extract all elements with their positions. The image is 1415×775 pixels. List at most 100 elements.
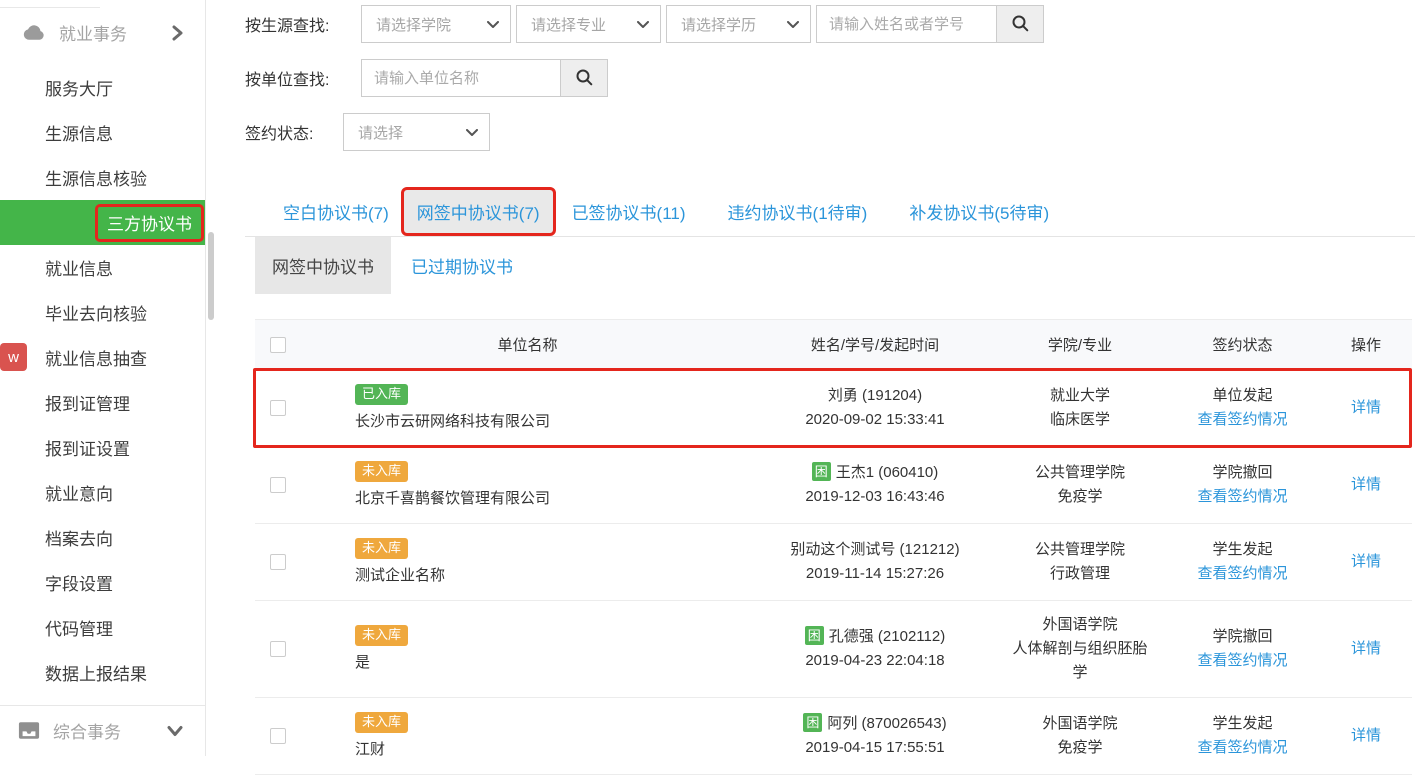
column-header: 操作 [1320, 334, 1412, 355]
company-search-button[interactable] [560, 59, 608, 97]
college-select[interactable]: 请选择学院 [361, 5, 511, 43]
sidebar-item-label: 数据上报结果 [45, 660, 147, 685]
company-name: 测试企业名称 [355, 564, 755, 588]
sidebar-item-label: 就业信息 [45, 255, 113, 280]
select-all-checkbox[interactable] [270, 337, 286, 353]
table-header: 单位名称姓名/学号/发起时间学院/专业签约状态操作 [255, 320, 1412, 370]
view-sign-status-link[interactable]: 查看签约情况 [1197, 736, 1287, 760]
subtab-1[interactable]: 网签中协议书 [255, 237, 391, 294]
table-row: 未入库 测试企业名称 别动这个测试号 (121212) 2019-11-14 1… [255, 524, 1412, 601]
initiated-time: 2019-04-15 17:55:51 [755, 736, 995, 760]
column-header: 签约状态 [1165, 334, 1320, 355]
sidebar-item-label: 就业信息抽查 [45, 345, 147, 370]
tab-3[interactable]: 已签协议书(11) [572, 199, 686, 224]
sidebar-item-12[interactable]: 字段设置 [0, 560, 205, 605]
student-name-input[interactable] [816, 5, 997, 43]
sidebar-group-general[interactable]: 综合事务 [0, 705, 205, 755]
sidebar-item-label: 服务大厅 [45, 75, 113, 100]
subtab-2[interactable]: 已过期协议书 [411, 237, 513, 294]
source-filter-label: 按生源查找: [245, 12, 361, 36]
sign-status-text: 学院撤回 [1165, 625, 1320, 649]
sidebar-item-1[interactable]: 服务大厅 [0, 65, 205, 110]
agreement-table: 单位名称姓名/学号/发起时间学院/专业签约状态操作 已入库 长沙市云研网络科技有… [255, 319, 1412, 775]
tab-2[interactable]: 网签中协议书(7) [401, 187, 556, 236]
major-name: 临床医学 [1009, 408, 1151, 432]
table-body: 已入库 长沙市云研网络科技有限公司 刘勇 (191204) 2020-09-02… [255, 370, 1412, 775]
w-notification-badge: w [0, 343, 27, 371]
main-content: 按生源查找: 请选择学院 请选择专业 请选择学历 按单位查找: [207, 0, 1415, 756]
chevron-down-icon [167, 725, 183, 736]
major-name: 免疫学 [1009, 736, 1151, 760]
major-select-value: 请选择专业 [531, 14, 606, 35]
tab-5[interactable]: 补发协议书(5待审) [909, 199, 1049, 224]
sidebar-item-9[interactable]: 报到证设置 [0, 425, 205, 470]
detail-link[interactable]: 详情 [1351, 396, 1381, 420]
sidebar-item-label: 生源信息 [45, 120, 113, 145]
table-row: 已入库 长沙市云研网络科技有限公司 刘勇 (191204) 2020-09-02… [255, 370, 1412, 447]
sidebar-item-3[interactable]: 生源信息核验 [0, 155, 205, 200]
sign-status-select[interactable]: 请选择 [343, 113, 490, 151]
row-checkbox[interactable] [270, 554, 286, 570]
student-name-id: 孔德强 (2102112) [829, 628, 945, 645]
student-name-id: 阿列 (870026543) [827, 715, 946, 732]
store-status-badge: 未入库 [355, 538, 408, 559]
sidebar-item-7[interactable]: 就业信息抽查 w [0, 335, 205, 380]
search-icon [1011, 14, 1029, 35]
table-row: 未入库 北京千喜鹊餐饮管理有限公司 困王杰1 (060410) 2019-12-… [255, 447, 1412, 524]
sidebar-item-5[interactable]: 就业信息 [0, 245, 205, 290]
sidebar-group-employment[interactable]: 就业事务 [0, 0, 205, 65]
company-filter-label: 按单位查找: [245, 66, 361, 90]
row-checkbox[interactable] [270, 641, 286, 657]
cloud-icon [20, 24, 46, 42]
row-checkbox[interactable] [270, 477, 286, 493]
column-header: 学院/专业 [995, 334, 1165, 355]
poverty-badge: 困 [812, 462, 831, 481]
sidebar-item-6[interactable]: 毕业去向核验 [0, 290, 205, 335]
sidebar: 就业事务 服务大厅 生源信息 生源信息核验 三方协议书 就业信息 毕业去向核验 … [0, 0, 206, 756]
tab-1[interactable]: 空白协议书(7) [283, 199, 389, 224]
sidebar-item-label: 生源信息核验 [45, 165, 147, 190]
initiated-time: 2020-09-02 15:33:41 [755, 408, 995, 432]
chevron-right-icon [172, 25, 183, 41]
store-status-badge: 未入库 [355, 712, 408, 733]
degree-select-value: 请选择学历 [681, 14, 756, 35]
company-name: 江财 [355, 738, 755, 762]
table-row: 未入库 是 困孔德强 (2102112) 2019-04-23 22:04:18… [255, 601, 1412, 698]
sidebar-item-label: 档案去向 [45, 525, 113, 550]
chevron-down-icon [637, 16, 649, 33]
major-select[interactable]: 请选择专业 [516, 5, 661, 43]
sidebar-item-10[interactable]: 就业意向 [0, 470, 205, 515]
tray-icon [18, 721, 40, 740]
sidebar-item-4[interactable]: 三方协议书 [0, 200, 205, 245]
student-name-id: 王杰1 (060410) [836, 464, 939, 481]
detail-link[interactable]: 详情 [1351, 724, 1381, 748]
detail-link[interactable]: 详情 [1351, 473, 1381, 497]
row-checkbox[interactable] [270, 728, 286, 744]
sign-status-select-value: 请选择 [358, 122, 403, 143]
view-sign-status-link[interactable]: 查看签约情况 [1197, 408, 1287, 432]
table-row: 未入库 江财 困阿列 (870026543) 2019-04-15 17:55:… [255, 698, 1412, 775]
sidebar-item-11[interactable]: 档案去向 [0, 515, 205, 560]
column-header: 单位名称 [300, 334, 755, 355]
degree-select[interactable]: 请选择学历 [666, 5, 811, 43]
college-name: 外国语学院 [1009, 712, 1151, 736]
detail-link[interactable]: 详情 [1351, 550, 1381, 574]
status-filter-label: 签约状态: [245, 120, 343, 144]
sidebar-item-2[interactable]: 生源信息 [0, 110, 205, 155]
sidebar-item-label: 字段设置 [45, 570, 113, 595]
company-name-input[interactable] [361, 59, 561, 97]
view-sign-status-link[interactable]: 查看签约情况 [1197, 485, 1287, 509]
source-search-button[interactable] [996, 5, 1044, 43]
view-sign-status-link[interactable]: 查看签约情况 [1197, 649, 1287, 673]
tab-4[interactable]: 违约协议书(1待审) [728, 199, 868, 224]
sidebar-item-13[interactable]: 代码管理 [0, 605, 205, 650]
major-name: 人体解剖与组织胚胎学 [1009, 637, 1151, 685]
detail-link[interactable]: 详情 [1351, 637, 1381, 661]
row-checkbox[interactable] [270, 400, 286, 416]
sidebar-item-8[interactable]: 报到证管理 [0, 380, 205, 425]
sidebar-footer-label: 综合事务 [53, 718, 121, 743]
view-sign-status-link[interactable]: 查看签约情况 [1197, 562, 1287, 586]
sidebar-item-14[interactable]: 数据上报结果 [0, 650, 205, 695]
poverty-badge: 困 [805, 626, 824, 645]
poverty-badge: 困 [803, 713, 822, 732]
